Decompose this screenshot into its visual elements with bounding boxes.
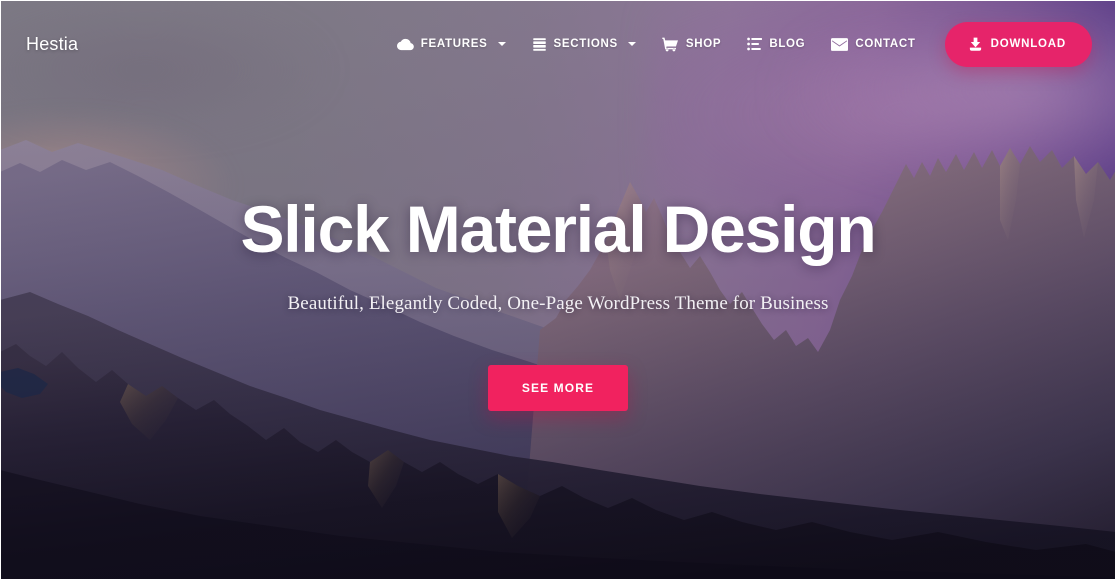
download-button-label: DOWNLOAD <box>990 38 1066 50</box>
sections-icon <box>532 37 547 52</box>
hero-page: Hestia FEATURES SECTIONS SHOP BLOG CONTA… <box>0 0 1116 580</box>
see-more-button[interactable]: SEE MORE <box>487 365 629 412</box>
navbar: Hestia FEATURES SECTIONS SHOP BLOG CONTA… <box>0 0 1116 88</box>
nav-item-blog[interactable]: BLOG <box>734 27 818 61</box>
nav-item-contact-label: CONTACT <box>855 38 916 50</box>
site-logo[interactable]: Hestia <box>26 34 78 55</box>
chevron-down-icon <box>627 42 636 46</box>
nav-item-features[interactable]: FEATURES <box>384 28 519 61</box>
cart-icon <box>662 37 679 52</box>
nav-item-shop-label: SHOP <box>685 38 722 50</box>
chevron-down-icon <box>497 42 506 46</box>
download-icon <box>968 37 983 52</box>
nav-item-sections[interactable]: SECTIONS <box>519 27 649 62</box>
download-button[interactable]: DOWNLOAD <box>944 21 1092 67</box>
cloud-icon <box>396 38 414 51</box>
list-icon <box>747 37 763 51</box>
nav-item-shop[interactable]: SHOP <box>649 27 734 62</box>
primary-navigation: FEATURES SECTIONS SHOP BLOG CONTACT DOWN… <box>384 21 1092 67</box>
nav-item-blog-label: BLOG <box>769 38 806 50</box>
nav-item-features-label: FEATURES <box>420 38 488 50</box>
nav-item-contact[interactable]: CONTACT <box>818 28 928 61</box>
nav-item-sections-label: SECTIONS <box>553 38 618 50</box>
envelope-icon <box>831 37 849 51</box>
